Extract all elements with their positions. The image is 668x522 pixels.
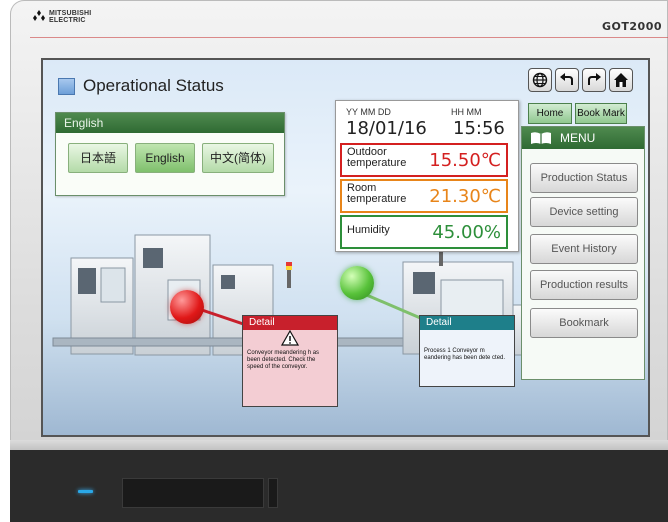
humidity-box: Humidity 45.00%	[340, 215, 508, 249]
time-header: HH MM	[451, 107, 482, 117]
language-english-button[interactable]: English	[135, 143, 195, 173]
page-title: Operational Status	[83, 76, 224, 95]
alarm-indicator-red[interactable]	[170, 290, 204, 324]
humidity-value: 45.00%	[432, 222, 501, 243]
warning-icon	[243, 329, 337, 350]
alarm-detail-header: Detail	[243, 316, 337, 330]
status-indicator-green[interactable]	[340, 266, 374, 300]
forward-arrow-icon[interactable]	[582, 68, 606, 92]
nav-icon-bar	[528, 68, 633, 92]
model-name: GOT2000	[602, 20, 662, 33]
home-icon[interactable]	[609, 68, 633, 92]
menu-item-production-results[interactable]: Production results	[530, 270, 638, 300]
menu-header: MENU	[522, 127, 644, 149]
top-buttons: Home Book Mark	[528, 103, 627, 124]
humidity-label: Humidity	[347, 224, 390, 236]
menu-item-production-status[interactable]: Production Status	[530, 163, 638, 193]
menu-panel: MENU Production Status Device setting Ev…	[521, 126, 645, 380]
brand-line-2: ELECTRIC	[49, 17, 86, 24]
language-japanese-button[interactable]: 日本語	[68, 143, 128, 173]
alarm-detail-text: Conveyor meandering h as been detected. …	[247, 350, 320, 370]
accent-line	[30, 37, 668, 38]
open-book-icon	[531, 132, 551, 144]
language-panel: English 日本語 English 中文(简体)	[55, 112, 285, 196]
process-detail-popup[interactable]: Detail Process 1 Conveyor m eandering ha…	[419, 315, 515, 387]
port-slot	[268, 478, 278, 508]
mitsubishi-diamonds-icon	[33, 10, 45, 21]
title-square-icon	[58, 77, 75, 95]
time-value: 15:56	[453, 118, 505, 139]
mitsubishi-logo: MITSUBISHI ELECTRIC	[32, 10, 91, 24]
process-detail-header: Detail	[420, 316, 514, 330]
page-header: Operational Status	[58, 76, 224, 96]
language-panel-header: English	[56, 113, 284, 133]
menu-item-bookmark[interactable]: Bookmark	[530, 308, 638, 338]
outdoor-temperature-value: 15.50℃	[429, 150, 501, 171]
language-chinese-button[interactable]: 中文(简体)	[202, 143, 274, 173]
bezel-bottom	[10, 450, 668, 522]
alarm-detail-popup[interactable]: Detail Conveyor meandering h as been det…	[242, 315, 338, 407]
power-led	[78, 490, 93, 493]
date-header: YY MM DD	[346, 107, 391, 117]
back-arrow-icon[interactable]	[555, 68, 579, 92]
brand-line-1: MITSUBISHI	[49, 10, 92, 17]
outdoor-temperature-label: Outdoor temperature	[347, 146, 407, 169]
process-detail-text: Process 1 Conveyor m eandering has been …	[424, 348, 506, 361]
date-value: 18/01/16	[346, 118, 427, 139]
room-temperature-value: 21.30℃	[429, 186, 501, 207]
bookmark-button[interactable]: Book Mark	[575, 103, 627, 124]
globe-icon[interactable]	[528, 68, 552, 92]
outdoor-temperature-box: Outdoor temperature 15.50℃	[340, 143, 508, 177]
status-panel: YY MM DD HH MM 18/01/16 15:56 Outdoor te…	[335, 100, 519, 252]
hmi-screen: Operational Status English 日本語 English 中…	[43, 60, 648, 435]
menu-title: MENU	[560, 131, 596, 145]
menu-item-event-history[interactable]: Event History	[530, 234, 638, 264]
room-temperature-label: Room temperature	[347, 182, 407, 205]
menu-item-device-setting[interactable]: Device setting	[530, 197, 638, 227]
room-temperature-box: Room temperature 21.30℃	[340, 179, 508, 213]
home-button[interactable]: Home	[528, 103, 572, 124]
usb-port-cover[interactable]	[122, 478, 264, 508]
